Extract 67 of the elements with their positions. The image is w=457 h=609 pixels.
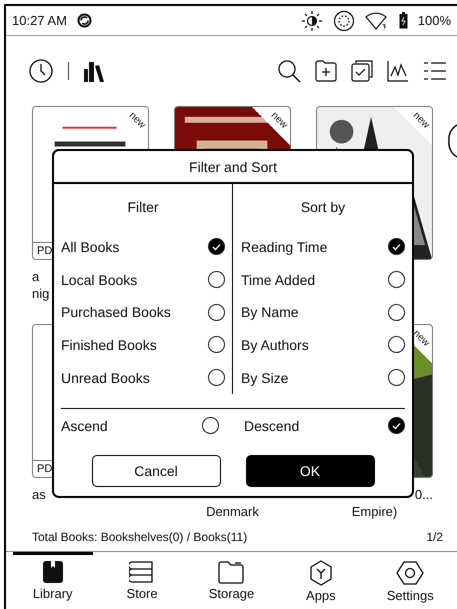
radio-unchecked[interactable] — [208, 336, 225, 354]
check-icon — [392, 242, 401, 251]
nav-tab[interactable]: Library — [12, 552, 93, 609]
select-checkbox-icon[interactable] — [351, 60, 373, 82]
radio-unchecked[interactable] — [388, 304, 405, 321]
refresh-circle-icon[interactable] — [332, 10, 355, 32]
battery-icon — [398, 12, 408, 29]
option-label[interactable]: Purchased Books — [61, 304, 171, 320]
book-icon — [42, 560, 64, 584]
column-heading: Sort by — [300, 199, 346, 216]
battery-level: 100% — [418, 13, 451, 28]
check-icon — [392, 422, 401, 430]
option-label[interactable]: Local Books — [61, 272, 138, 288]
option-label[interactable]: Finished Books — [61, 336, 157, 353]
menu-icon[interactable] — [423, 61, 447, 81]
radio-unchecked[interactable] — [388, 271, 405, 288]
nav-tab[interactable]: Storage — [191, 552, 272, 609]
bookshelf-icon[interactable] — [83, 60, 105, 82]
book-title: 0... — [414, 486, 433, 503]
radio-checked[interactable] — [388, 238, 405, 256]
column-heading: Filter — [127, 199, 159, 216]
option-label[interactable]: Reading Time — [241, 238, 328, 255]
search-icon[interactable] — [277, 59, 301, 83]
stacked-books-icon — [129, 560, 156, 584]
cancel-button[interactable]: Cancel — [92, 455, 220, 487]
folder-icon — [218, 560, 244, 584]
nav-tab[interactable]: Apps — [280, 552, 361, 609]
radio-unchecked[interactable] — [208, 304, 225, 321]
radio-checked[interactable] — [208, 238, 225, 256]
wifi-icon[interactable] — [364, 10, 389, 30]
radio-unchecked[interactable] — [388, 369, 405, 386]
option-label[interactable]: By Authors — [241, 336, 309, 353]
radio-unchecked[interactable] — [388, 336, 405, 354]
option-label[interactable]: By Size — [241, 370, 288, 386]
check-icon — [212, 242, 221, 251]
corner-ribbon: new — [252, 107, 290, 145]
order-label[interactable]: Descend — [244, 418, 300, 434]
book-title: a — [32, 268, 40, 285]
dialog-title: Filter and Sort — [54, 151, 412, 184]
brightness-icon[interactable] — [300, 10, 323, 32]
clock-icon[interactable] — [28, 58, 54, 84]
option-label[interactable]: Unread Books — [61, 370, 150, 386]
settings-icon — [396, 560, 424, 586]
page-indicator: 1/2 — [426, 530, 443, 544]
total-books-text: Total Books: Bookshelves(0) / Books(11) — [32, 530, 248, 544]
hexagon-icon — [308, 560, 333, 586]
chart-icon[interactable] — [387, 60, 409, 82]
book-title: Denmark — [206, 503, 259, 520]
book-title: nig — [32, 285, 50, 302]
radio-unchecked[interactable] — [202, 417, 219, 434]
nav-tab[interactable]: Store — [102, 552, 182, 609]
sync-off-icon — [76, 13, 92, 28]
clock-time: 10:27 AM — [12, 13, 67, 28]
add-folder-icon[interactable] — [315, 60, 337, 82]
option-label[interactable]: All Books — [61, 238, 120, 255]
book-title: Empire) — [352, 503, 398, 520]
option-label[interactable]: Time Added — [241, 272, 316, 288]
corner-ribbon: new — [394, 107, 432, 145]
nav-tab[interactable]: Settings — [370, 552, 450, 609]
radio-checked[interactable] — [388, 417, 405, 434]
ok-button[interactable]: OK — [246, 455, 374, 487]
arc-icon — [448, 124, 457, 158]
radio-unchecked[interactable] — [208, 271, 225, 288]
book-title: as — [32, 486, 46, 503]
option-label[interactable]: By Name — [241, 304, 299, 320]
order-label[interactable]: Ascend — [61, 418, 108, 434]
radio-unchecked[interactable] — [208, 369, 225, 386]
